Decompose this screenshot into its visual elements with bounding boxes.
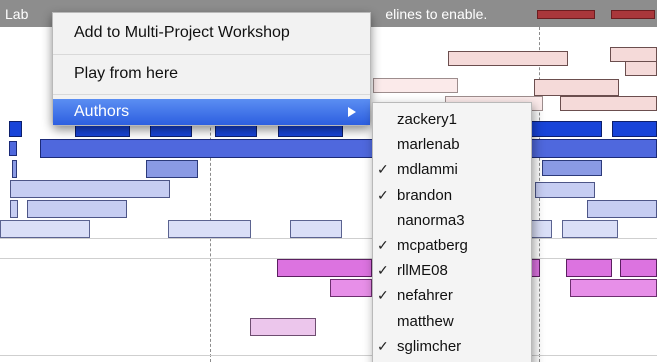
timeline-segment[interactable] [27, 200, 127, 218]
timeline-segment[interactable] [620, 259, 657, 277]
author-name: nefahrer [397, 287, 453, 305]
track-separator [0, 238, 657, 239]
menu-item-authors[interactable]: Authors [53, 99, 370, 125]
author-item-matthew[interactable]: matthew [373, 310, 531, 335]
timeline-segment[interactable] [530, 121, 602, 137]
timeline-segment[interactable] [625, 61, 657, 76]
timeline-segment[interactable] [535, 182, 595, 198]
checkmark-icon: ✓ [377, 161, 389, 178]
timeline-segment[interactable] [562, 220, 618, 238]
timeline-segment[interactable] [277, 259, 372, 277]
track-separator [0, 355, 657, 356]
timeline-segment[interactable] [290, 220, 342, 238]
timeline-segment[interactable] [534, 79, 619, 96]
author-name: mdlammi [397, 161, 458, 179]
author-item-sglimcher[interactable]: ✓ sglimcher [373, 335, 531, 360]
author-item-nefahrer[interactable]: ✓ nefahrer [373, 284, 531, 309]
timeline-segment[interactable] [542, 160, 602, 176]
author-item-zackery1[interactable]: zackery1 [373, 108, 531, 133]
header-text-end: elines to enable. [385, 6, 488, 22]
author-name: marlenab [397, 136, 460, 154]
author-name: rllME08 [397, 262, 448, 280]
checkmark-icon: ✓ [377, 262, 389, 279]
timeline-segment[interactable] [610, 47, 657, 62]
timeline-segment[interactable] [0, 220, 90, 238]
menu-item-label: Play from here [74, 65, 179, 82]
timeline-segment[interactable] [612, 121, 657, 137]
timeline-segment[interactable] [12, 160, 17, 178]
checkmark-icon: ✓ [377, 287, 389, 304]
timeline-segment[interactable] [10, 200, 18, 218]
timeline-segment[interactable] [566, 259, 612, 277]
timeline-segment[interactable] [9, 141, 17, 156]
timeline-segment[interactable] [146, 160, 198, 178]
header-text-start: Lab [5, 6, 29, 22]
timeline-segment[interactable] [448, 51, 568, 66]
timeline-segment[interactable] [168, 220, 251, 238]
timeline-segment[interactable] [587, 200, 657, 218]
timeline-segment[interactable] [560, 96, 657, 111]
author-item-mdlammi[interactable]: ✓ mdlammi [373, 158, 531, 183]
submenu-arrow-icon [348, 107, 356, 117]
timeline-segment[interactable] [250, 318, 316, 336]
timeline-segment[interactable] [10, 180, 170, 198]
author-item-mcpatberg[interactable]: ✓ mcpatberg [373, 234, 531, 259]
author-name: zackery1 [397, 111, 458, 128]
timeline-canvas[interactable]: Lab elines to enable. Add to Multi-Proje… [0, 0, 657, 362]
menu-item-label: Authors [74, 103, 130, 120]
author-item-rllme08[interactable]: ✓ rllME08 [373, 259, 531, 284]
timeline-segment[interactable] [40, 139, 657, 158]
checkmark-icon: ✓ [377, 186, 389, 203]
authors-submenu: zackery1 marlenab ✓ mdlammi ✓ brandon nanorma3… [372, 102, 532, 362]
menu-item-add-to-workshop[interactable]: Add to Multi-Project Workshop [53, 18, 370, 48]
author-item-brandon[interactable]: ✓ brandon [373, 184, 531, 209]
menu-separator [53, 54, 370, 55]
timeline-segment[interactable] [570, 279, 657, 297]
author-name: brandon [397, 186, 453, 204]
marker-bar[interactable] [611, 10, 655, 19]
author-item-nanorma3[interactable]: nanorma3 [373, 209, 531, 234]
menu-separator [53, 94, 370, 95]
marker-bar[interactable] [537, 10, 595, 19]
timeline-segment[interactable] [373, 78, 458, 93]
timeline-segment[interactable] [9, 121, 22, 137]
checkmark-icon: ✓ [377, 337, 389, 354]
author-item-marlenab[interactable]: marlenab [373, 133, 531, 158]
author-name: nanorma3 [397, 211, 465, 229]
menu-item-play-from-here[interactable]: Play from here [53, 59, 370, 89]
menu-item-label: Add to Multi-Project Workshop [74, 24, 290, 41]
author-name: mcpatberg [397, 237, 468, 254]
timeline-segment[interactable] [330, 279, 372, 297]
context-menu: Add to Multi-Project Workshop Play from … [52, 12, 371, 126]
author-name: matthew [397, 312, 454, 330]
checkmark-icon: ✓ [377, 237, 389, 253]
author-name: sglimcher [397, 337, 462, 355]
